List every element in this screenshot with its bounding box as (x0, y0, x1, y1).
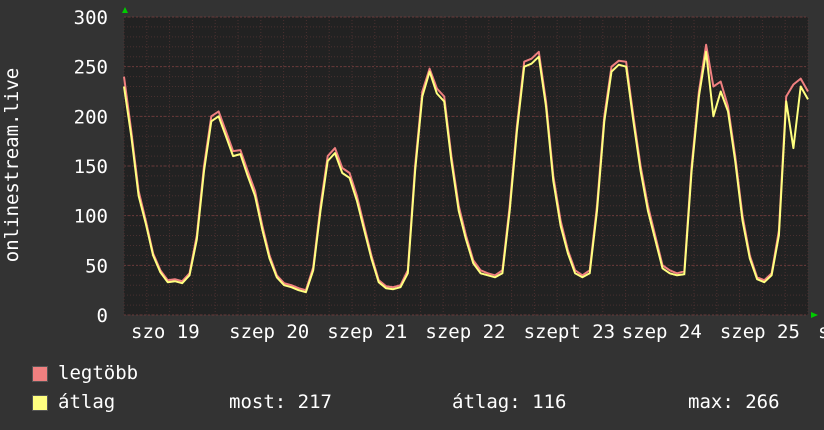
stat-average: átlag: 116 (452, 391, 567, 413)
x-axis-arrow-icon (811, 312, 818, 318)
y-axis-label: onlinestream.live (1, 68, 23, 262)
x-tick-label: szo 19 (131, 321, 200, 343)
x-tick-label: szep 21 (327, 321, 407, 343)
y-axis-ticks: 0 50 100 150 200 250 300 (74, 7, 108, 327)
x-tick-label: szo (818, 321, 824, 343)
y-axis-arrow-icon (122, 7, 128, 13)
y-tick-label: 300 (74, 7, 108, 29)
legend-swatch-max (32, 366, 48, 382)
y-tick-label: 200 (74, 106, 108, 128)
y-tick-label: 250 (74, 57, 108, 79)
x-axis-ticks: szo 19 szep 20 szep 21 szep 22 szept 23 szep … (131, 321, 824, 343)
y-tick-label: 0 (97, 305, 108, 327)
stat-now: most: 217 (229, 391, 332, 413)
stat-max: max: 266 (688, 391, 780, 413)
x-tick-label: szep 25 (720, 321, 800, 343)
legend-swatch-avg (32, 395, 48, 411)
x-tick-label: szep 20 (229, 321, 309, 343)
y-tick-label: 150 (74, 156, 108, 178)
y-tick-label: 50 (85, 255, 108, 277)
y-tick-label: 100 (74, 206, 108, 228)
legend-label-avg: átlag (58, 391, 116, 413)
x-tick-label: szep 22 (425, 321, 505, 343)
x-tick-label: szept 23 (524, 321, 616, 343)
x-tick-label: szep 24 (622, 321, 702, 343)
line-chart: 050100150200250300 szo 19 szep 20 szep 21 s… (1, 7, 824, 343)
legend-label-max: legtöbb (58, 362, 139, 384)
